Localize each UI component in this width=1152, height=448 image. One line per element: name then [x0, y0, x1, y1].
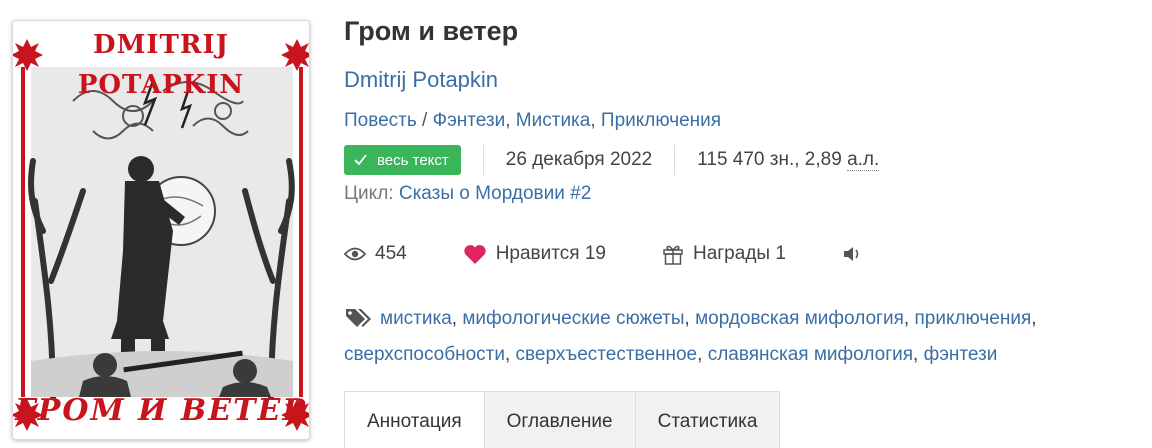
genre-separator: /: [416, 110, 433, 131]
tab-annotation[interactable]: Аннотация: [344, 391, 485, 448]
tag-link[interactable]: сверхъестественное: [516, 344, 698, 365]
genre-comma: ,: [505, 110, 516, 131]
tag-link[interactable]: мордовская мифология: [695, 308, 904, 329]
tag-link[interactable]: мифологические сюжеты: [462, 308, 684, 329]
text-size: 115 470 зн., 2,89 а.л.: [697, 149, 880, 171]
speaker-icon: [842, 245, 864, 263]
meta-row: весь текст 26 декабря 2022 115 470 зн., …: [344, 145, 880, 175]
views-count: 454: [375, 243, 407, 264]
likes-count: 19: [584, 243, 606, 264]
author-link[interactable]: Dmitrij Potapkin: [344, 67, 498, 93]
cycle-line: Цикл: Сказы о Мордовии #2: [344, 183, 591, 205]
badge-label: весь текст: [377, 151, 449, 169]
genres-line: Повесть / Фэнтези, Мистика, Приключения: [344, 110, 721, 132]
stats-row: 454 Нравится 19 Награды 1: [344, 240, 929, 268]
tag-link[interactable]: сверхспособности: [344, 344, 505, 365]
tag-icon: [344, 305, 372, 338]
heart-icon: [463, 244, 487, 265]
likes-label: Нравится: [495, 243, 580, 264]
meta-divider: [482, 145, 484, 175]
tab-statistics[interactable]: Статистика: [635, 391, 781, 448]
tag-link[interactable]: мистика: [380, 308, 452, 329]
content-tabs: Аннотация Оглавление Статистика: [344, 391, 781, 448]
cycle-link[interactable]: Сказы о Мордовии #2: [399, 183, 591, 204]
tag-link[interactable]: приключения: [914, 308, 1031, 329]
tab-contents[interactable]: Оглавление: [484, 391, 636, 448]
gift-icon: [662, 243, 684, 265]
genre-link-adventure[interactable]: Приключения: [601, 110, 721, 131]
meta-divider: [674, 145, 676, 175]
tag-link[interactable]: фэнтези: [924, 344, 998, 365]
tag-link[interactable]: славянская мифология: [708, 344, 913, 365]
like-button[interactable]: Нравится 19: [463, 243, 606, 265]
check-icon: [354, 152, 367, 169]
cover-title-text: ГРОМ И ВЕТЕР: [15, 393, 307, 428]
genre-link-fantasy[interactable]: Фэнтези: [433, 110, 506, 131]
views-stat: 454: [344, 243, 407, 265]
cycle-label: Цикл:: [344, 183, 394, 204]
genre-comma: ,: [590, 110, 601, 131]
form-link[interactable]: Повесть: [344, 110, 417, 131]
awards-label: Награды: [692, 243, 771, 264]
awards-button[interactable]: Награды 1: [662, 243, 786, 265]
cover-author-text: DMITRIJ POTAPKIN: [77, 30, 245, 100]
author-sheets-unit[interactable]: а.л.: [847, 149, 880, 171]
book-cover[interactable]: DMITRIJ POTAPKIN ГРОМ И ВЕТЕР: [12, 20, 310, 440]
awards-count: 1: [775, 243, 786, 264]
book-title: Гром и ветер: [344, 16, 519, 46]
publish-date: 26 декабря 2022: [505, 149, 653, 170]
tags-list: мистика, мифологические сюжеты, мордовск…: [344, 302, 1134, 371]
audio-button[interactable]: [842, 245, 873, 263]
text-size-value: 115 470 зн., 2,89: [697, 149, 842, 170]
full-text-badge: весь текст: [344, 145, 461, 175]
genre-link-mystic[interactable]: Мистика: [516, 110, 591, 131]
eye-icon: [344, 247, 366, 261]
